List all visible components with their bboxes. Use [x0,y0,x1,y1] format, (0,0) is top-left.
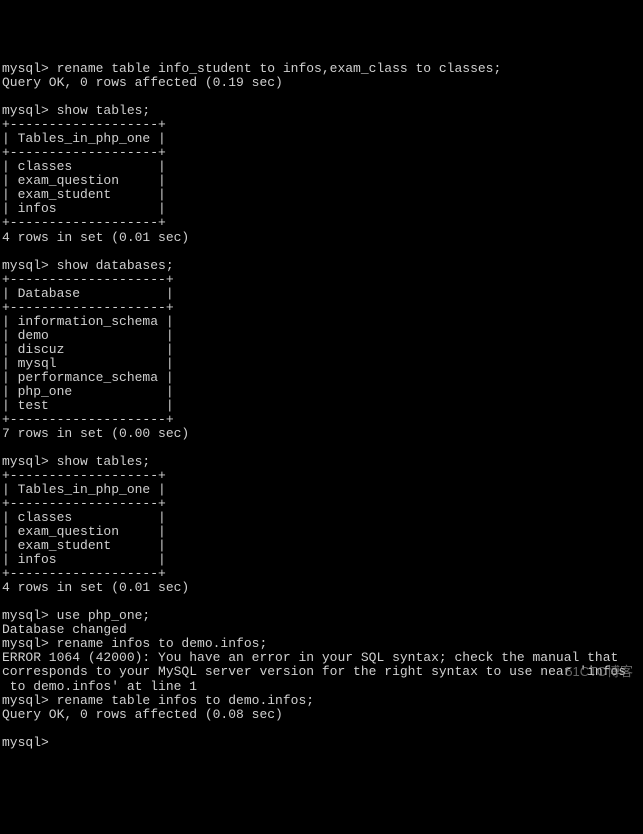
terminal-line: mysql> [2,736,641,750]
terminal-line [2,722,641,736]
terminal-line: | exam_question | [2,525,641,539]
terminal-line: | mysql | [2,357,641,371]
terminal-line: mysql> show tables; [2,104,641,118]
terminal-line: | classes | [2,160,641,174]
terminal-line [2,90,641,104]
watermark-label: 51CTO博客 [565,665,633,679]
terminal-line: | exam_question | [2,174,641,188]
terminal-line: | performance_schema | [2,371,641,385]
terminal-line: | Tables_in_php_one | [2,132,641,146]
terminal-line [2,441,641,455]
terminal-line: | classes | [2,511,641,525]
terminal-line: | exam_student | [2,539,641,553]
terminal-line: to demo.infos' at line 1 [2,680,641,694]
terminal-line: | information_schema | [2,315,641,329]
terminal-line: mysql> rename table info_student to info… [2,62,641,76]
terminal-line: mysql> rename table infos to demo.infos; [2,694,641,708]
terminal-line: | Tables_in_php_one | [2,483,641,497]
terminal-line: mysql> rename infos to demo.infos; [2,637,641,651]
terminal-line: Database changed [2,623,641,637]
terminal-line: 4 rows in set (0.01 sec) [2,581,641,595]
terminal-line: mysql> show databases; [2,259,641,273]
terminal-line: | php_one | [2,385,641,399]
terminal-line [2,245,641,259]
terminal-line: +--------------------+ [2,273,641,287]
terminal-line: | infos | [2,553,641,567]
terminal-output[interactable]: mysql> rename table info_student to info… [2,62,641,750]
terminal-line: 7 rows in set (0.00 sec) [2,427,641,441]
terminal-line: | infos | [2,202,641,216]
terminal-line: mysql> show tables; [2,455,641,469]
terminal-line: ERROR 1064 (42000): You have an error in… [2,651,641,665]
terminal-line: +-------------------+ [2,118,641,132]
terminal-line: +--------------------+ [2,413,641,427]
terminal-line: +-------------------+ [2,469,641,483]
terminal-line: | discuz | [2,343,641,357]
terminal-line: +-------------------+ [2,567,641,581]
terminal-line: | exam_student | [2,188,641,202]
terminal-line [2,595,641,609]
terminal-line: 4 rows in set (0.01 sec) [2,231,641,245]
terminal-line: +-------------------+ [2,146,641,160]
terminal-line: +-------------------+ [2,497,641,511]
terminal-line: | test | [2,399,641,413]
terminal-line: +-------------------+ [2,216,641,230]
terminal-line: +--------------------+ [2,301,641,315]
terminal-line: Query OK, 0 rows affected (0.19 sec) [2,76,641,90]
terminal-line: | Database | [2,287,641,301]
terminal-line: mysql> use php_one; [2,609,641,623]
terminal-line: | demo | [2,329,641,343]
terminal-line: corresponds to your MySQL server version… [2,665,641,679]
terminal-line: Query OK, 0 rows affected (0.08 sec) [2,708,641,722]
